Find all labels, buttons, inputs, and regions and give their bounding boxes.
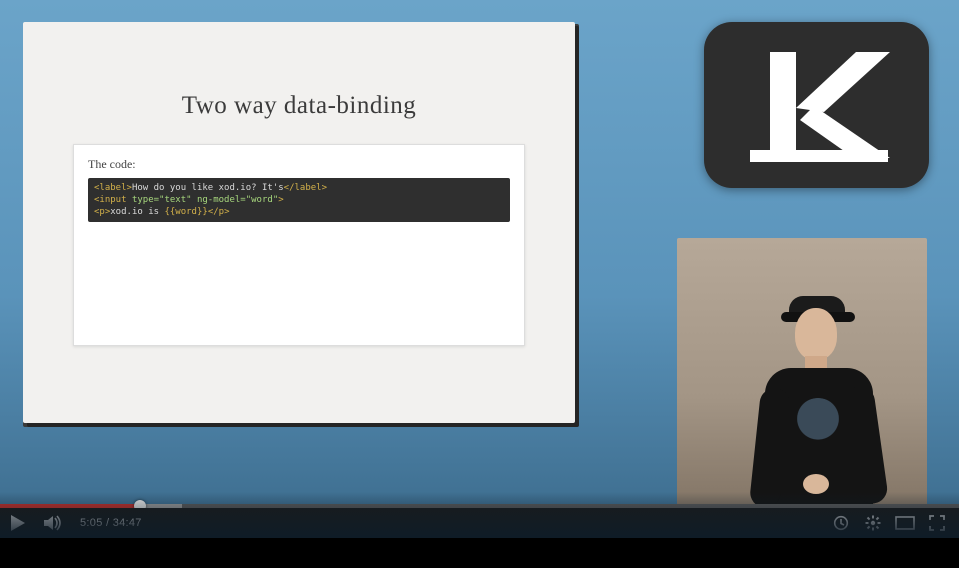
presentation-slide: Two way data-binding The code: <label>Ho… bbox=[23, 22, 575, 423]
time-display: 5:05 / 34:47 bbox=[72, 517, 150, 529]
progress-knob[interactable] bbox=[134, 500, 146, 512]
play-icon bbox=[11, 515, 25, 531]
fullscreen-icon bbox=[929, 515, 945, 531]
presenter-person bbox=[747, 278, 897, 538]
code-line: <label>How do you like xod.io? It's</lab… bbox=[94, 182, 504, 194]
volume-button[interactable] bbox=[36, 508, 72, 538]
progress-loaded bbox=[0, 504, 182, 508]
progress-played bbox=[0, 504, 140, 508]
player-controls: 5:05 / 34:47 bbox=[0, 508, 959, 538]
watch-later-icon bbox=[833, 515, 849, 531]
theater-mode-button[interactable] bbox=[889, 508, 921, 538]
duration: 34:47 bbox=[113, 517, 142, 529]
video-frame: Two way data-binding The code: <label>Ho… bbox=[0, 0, 959, 538]
code-line: <input type="text" ng-model="word"> bbox=[94, 194, 504, 206]
volume-icon bbox=[44, 515, 64, 531]
time-separator: / bbox=[103, 517, 113, 529]
presenter-camera bbox=[677, 238, 927, 528]
brand-logo bbox=[704, 22, 929, 188]
current-time: 5:05 bbox=[80, 517, 103, 529]
play-button[interactable] bbox=[0, 508, 36, 538]
code-line: <p>xod.io is {{word}}</p> bbox=[94, 206, 504, 218]
settings-button[interactable] bbox=[857, 508, 889, 538]
watch-later-button[interactable] bbox=[825, 508, 857, 538]
fullscreen-button[interactable] bbox=[921, 508, 953, 538]
controls-right bbox=[825, 508, 959, 538]
code-panel-label: The code: bbox=[74, 145, 524, 178]
slide-title: Two way data-binding bbox=[23, 92, 575, 120]
code-block: <label>How do you like xod.io? It's</lab… bbox=[88, 178, 510, 222]
settings-icon bbox=[865, 515, 881, 531]
code-panel: The code: <label>How do you like xod.io?… bbox=[73, 144, 525, 346]
progress-bar[interactable] bbox=[0, 504, 959, 508]
theater-icon bbox=[895, 516, 915, 530]
